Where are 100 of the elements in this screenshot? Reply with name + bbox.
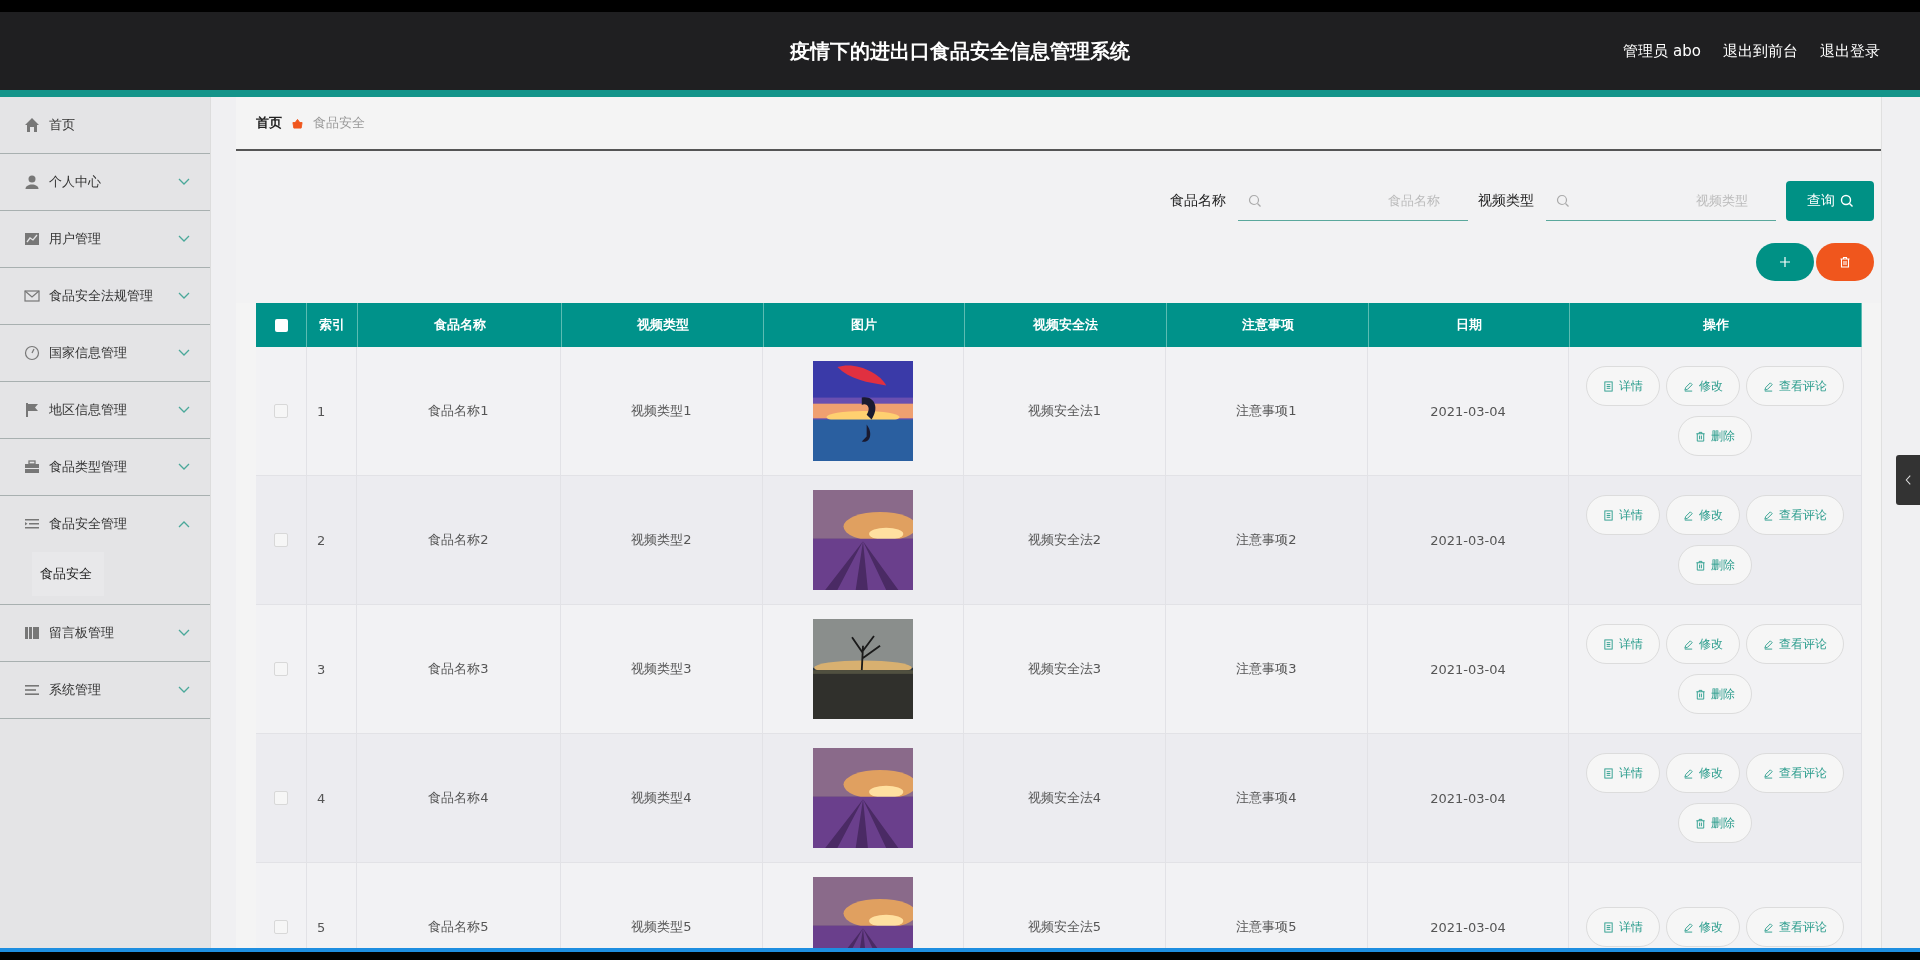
gauge-icon xyxy=(24,345,40,361)
trash-icon xyxy=(1695,430,1706,442)
action-button[interactable]: 修改 xyxy=(1666,753,1740,793)
table-cell: 3 xyxy=(317,661,326,677)
user-icon xyxy=(24,174,40,190)
table-cell: 2021-03-04 xyxy=(1430,790,1506,806)
action-button[interactable]: 详情 xyxy=(1586,366,1660,406)
table-cell: 4 xyxy=(317,790,326,806)
trash-icon xyxy=(1695,688,1706,700)
table-cell: 视频类型4 xyxy=(631,789,692,807)
action-button[interactable]: 查看评论 xyxy=(1746,907,1844,947)
pencil-icon xyxy=(1763,921,1774,933)
breadcrumb-link[interactable]: 首页 xyxy=(256,114,282,132)
table-cell: 2021-03-04 xyxy=(1430,919,1506,935)
table-cell: 视频类型2 xyxy=(631,531,692,549)
collapse-button[interactable] xyxy=(1896,455,1920,505)
action-button[interactable]: 详情 xyxy=(1586,753,1660,793)
sidebar-item[interactable]: 个人中心 xyxy=(0,154,210,210)
sidebar-item[interactable]: 食品类型管理 xyxy=(0,439,210,495)
table-cell: 视频安全法1 xyxy=(1027,402,1102,420)
checkbox[interactable] xyxy=(274,791,288,805)
action-button[interactable]: 删除 xyxy=(1678,803,1752,843)
action-button[interactable]: 修改 xyxy=(1666,907,1740,947)
pencil-icon xyxy=(1763,767,1774,779)
table-cell: 食品名称4 xyxy=(428,789,489,807)
table-cell: 视频安全法3 xyxy=(1027,660,1102,678)
header-link[interactable]: 退出登录 xyxy=(1820,41,1880,61)
table-cell: 注意事项5 xyxy=(1236,918,1297,936)
document-icon xyxy=(1603,921,1614,933)
briefcase-icon xyxy=(24,459,40,475)
table-cell: 食品名称5 xyxy=(428,918,489,936)
checkbox[interactable] xyxy=(274,920,288,934)
table-cell: 1 xyxy=(317,403,326,419)
flag-icon xyxy=(24,402,40,418)
document-icon xyxy=(1603,509,1614,521)
menu-icon xyxy=(24,682,40,698)
sidebar-item[interactable]: 系统管理 xyxy=(0,662,210,718)
table-cell: 视频类型1 xyxy=(631,402,692,420)
pencil-icon xyxy=(1763,509,1774,521)
table-cell: 食品名称1 xyxy=(428,402,489,420)
action-button[interactable]: 查看评论 xyxy=(1746,624,1844,664)
trash-icon xyxy=(1695,817,1706,829)
sidebar-subitem[interactable]: 食品安全 xyxy=(32,552,104,596)
add-button[interactable] xyxy=(1756,243,1814,281)
field-label: 食品名称 xyxy=(1170,192,1226,210)
pencil-icon xyxy=(1763,638,1774,650)
chevron-icon xyxy=(1904,474,1912,486)
table-cell: 视频安全法5 xyxy=(1027,918,1102,936)
document-icon xyxy=(1603,638,1614,650)
action-button[interactable]: 详情 xyxy=(1586,495,1660,535)
sidebar-item[interactable]: 用户管理 xyxy=(0,211,210,267)
pencil-icon xyxy=(1683,767,1694,779)
sidebar-item[interactable]: 国家信息管理 xyxy=(0,325,210,381)
checkbox[interactable] xyxy=(274,533,288,547)
action-button[interactable]: 查看评论 xyxy=(1746,366,1844,406)
checkbox[interactable] xyxy=(274,662,288,676)
breadcrumb-current: 食品安全 xyxy=(313,114,365,132)
document-icon xyxy=(1603,767,1614,779)
action-button[interactable]: 修改 xyxy=(1666,366,1740,406)
action-button[interactable]: 删除 xyxy=(1678,545,1752,585)
sidebar-item[interactable]: 留言板管理 xyxy=(0,605,210,661)
action-button[interactable]: 详情 xyxy=(1586,624,1660,664)
trash-icon xyxy=(1695,559,1706,571)
table-cell: 食品名称3 xyxy=(428,660,489,678)
pencil-icon xyxy=(1683,921,1694,933)
sidebar-item[interactable]: 食品安全管理 xyxy=(0,496,210,552)
action-button[interactable]: 修改 xyxy=(1666,624,1740,664)
pencil-icon xyxy=(1683,380,1694,392)
action-button[interactable]: 修改 xyxy=(1666,495,1740,535)
books-icon xyxy=(24,625,40,641)
table-cell: 2021-03-04 xyxy=(1430,661,1506,677)
header-link[interactable]: 退出到前台 xyxy=(1723,41,1798,61)
table-cell: 视频安全法4 xyxy=(1027,789,1102,807)
checkbox[interactable] xyxy=(274,404,288,418)
mail-icon xyxy=(24,288,40,304)
table-cell: 注意事项3 xyxy=(1236,660,1297,678)
checkbox[interactable] xyxy=(274,318,288,332)
action-button[interactable]: 删除 xyxy=(1678,674,1752,714)
search-icon xyxy=(1248,194,1262,208)
basket-icon xyxy=(292,117,303,129)
pencil-icon xyxy=(1683,509,1694,521)
header-link[interactable]: 管理员 abo xyxy=(1623,41,1701,61)
list-icon xyxy=(24,516,40,532)
search-icon xyxy=(1556,194,1570,208)
action-button[interactable]: 查看评论 xyxy=(1746,753,1844,793)
field-label: 视频类型 xyxy=(1478,192,1534,210)
table-cell: 视频安全法2 xyxy=(1027,531,1102,549)
sidebar-item[interactable]: 首页 xyxy=(0,97,210,153)
action-button[interactable]: 详情 xyxy=(1586,907,1660,947)
sidebar-item[interactable]: 地区信息管理 xyxy=(0,382,210,438)
delete-button[interactable] xyxy=(1816,243,1874,281)
document-icon xyxy=(1603,380,1614,392)
action-button[interactable]: 删除 xyxy=(1678,416,1752,456)
home-icon xyxy=(24,117,40,133)
sidebar-item[interactable]: 食品安全法规管理 xyxy=(0,268,210,324)
search-button[interactable]: 查询 xyxy=(1786,181,1874,221)
table-cell: 视频类型3 xyxy=(631,660,692,678)
action-button[interactable]: 查看评论 xyxy=(1746,495,1844,535)
table-cell: 5 xyxy=(317,919,326,935)
table-cell: 注意事项4 xyxy=(1236,789,1297,807)
